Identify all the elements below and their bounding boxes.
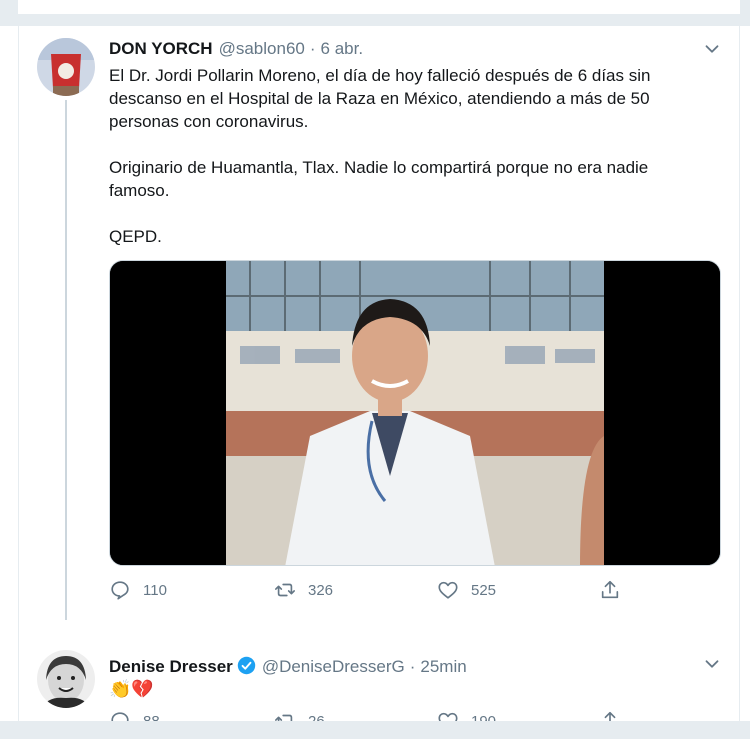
user-handle[interactable]: @DeniseDresserG: [262, 657, 405, 677]
avatar[interactable]: [37, 650, 95, 708]
tweet-paragraph: QEPD.: [109, 227, 162, 246]
timestamp[interactable]: 6 abr.: [321, 39, 364, 59]
display-name[interactable]: DON YORCH: [109, 39, 213, 59]
share-icon: [601, 580, 619, 599]
reply-button[interactable]: 110: [109, 579, 167, 601]
chevron-down-icon[interactable]: [701, 38, 723, 60]
previous-item-edge: [18, 0, 740, 14]
tweet-text: 👏💔: [109, 678, 709, 701]
separator: ·: [309, 39, 316, 58]
verified-icon: [237, 656, 256, 675]
tweet-emoji-text: 👏💔: [109, 679, 154, 699]
retweet-icon: [275, 583, 295, 597]
like-button[interactable]: 525: [437, 579, 496, 601]
tweet[interactable]: DON YORCH @sablon60 · 6 abr. El Dr. Jord…: [19, 26, 741, 620]
separator: ·: [409, 657, 416, 676]
like-count: 525: [471, 581, 497, 599]
retweet-button[interactable]: 326: [274, 579, 333, 601]
timeline-background-bottom: [0, 721, 750, 739]
tweet-thread: DON YORCH @sablon60 · 6 abr. El Dr. Jord…: [18, 26, 741, 731]
avatar[interactable]: [37, 38, 95, 96]
video-thumbnail[interactable]: [109, 260, 721, 566]
tweet-paragraph: Originario de Huamantla, Tlax. Nadie lo …: [109, 158, 649, 200]
tweet[interactable]: Denise Dresser @DeniseDresserG · 25min 👏…: [19, 620, 741, 731]
tweet-header: DON YORCH @sablon60 · 6 abr.: [109, 39, 363, 59]
chevron-down-icon[interactable]: [701, 653, 723, 675]
timeline-background-top: [0, 0, 750, 26]
user-handle[interactable]: @sablon60: [219, 39, 305, 59]
share-button[interactable]: [599, 579, 633, 601]
tweet-paragraph: El Dr. Jordi Pollarin Moreno, el día de …: [109, 66, 651, 131]
retweet-count: 326: [308, 581, 334, 599]
thread-connector: [65, 100, 67, 620]
like-icon: [438, 581, 458, 599]
tweet-actions: 110 326 525: [109, 579, 649, 605]
display-name[interactable]: Denise Dresser: [109, 657, 233, 677]
reply-count: 110: [143, 581, 167, 599]
tweet-header: Denise Dresser @DeniseDresserG · 25min: [109, 653, 467, 677]
tweet-text: El Dr. Jordi Pollarin Moreno, el día de …: [109, 64, 709, 271]
timestamp[interactable]: 25min: [420, 657, 466, 677]
reply-icon: [111, 581, 129, 600]
